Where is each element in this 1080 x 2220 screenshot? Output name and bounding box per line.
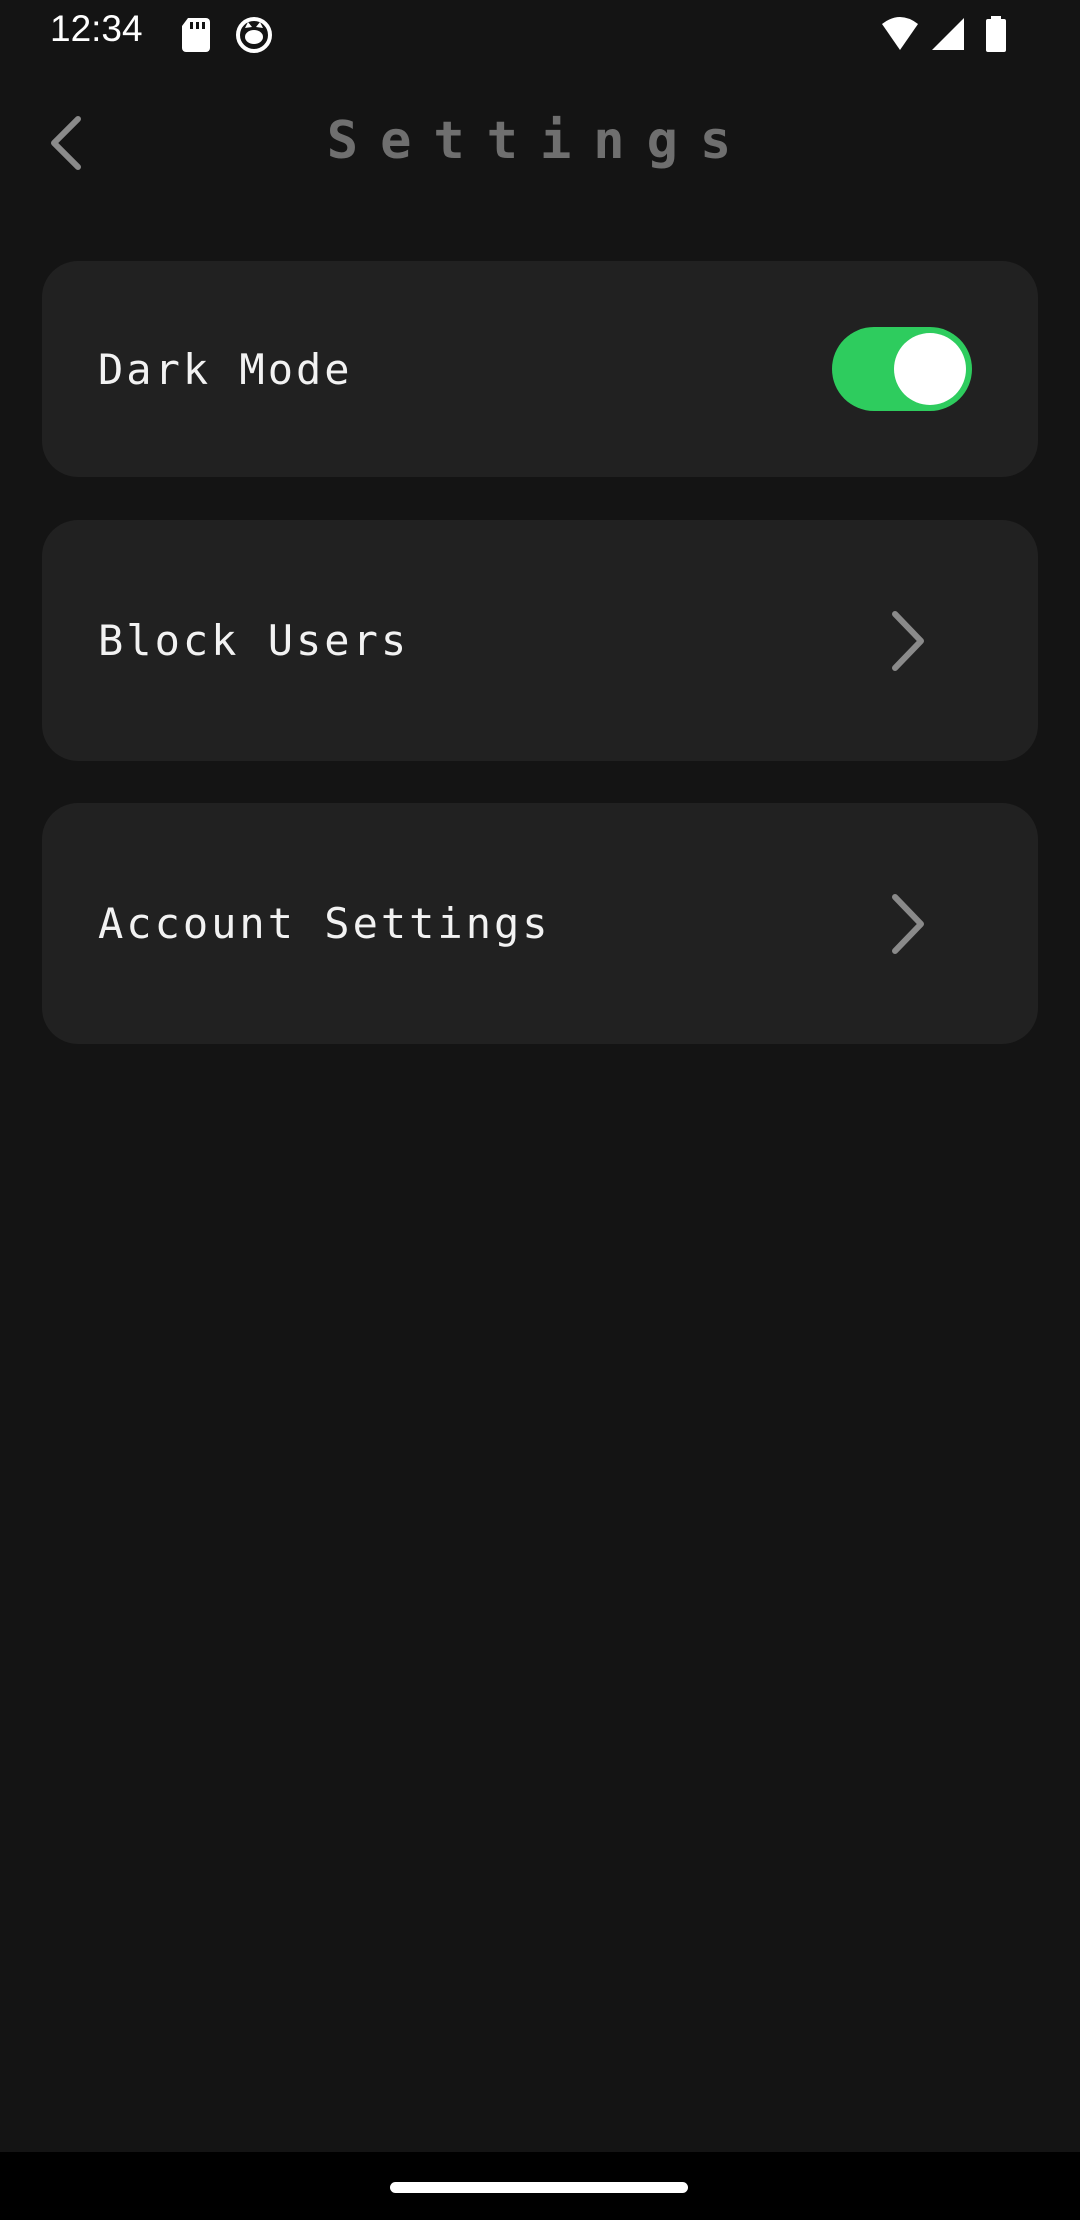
battery-icon: [976, 14, 1016, 54]
chevron-right-icon: [882, 606, 932, 676]
dark-mode-label: Dark Mode: [98, 344, 353, 394]
chevron-right-icon: [882, 889, 932, 959]
cellular-signal-icon: [928, 14, 968, 54]
sd-card-icon: [176, 14, 216, 54]
page-title: Settings: [326, 111, 754, 171]
navigation-bar: [0, 2152, 1080, 2220]
block-users-row[interactable]: Block Users: [42, 520, 1038, 761]
toggle-knob: [894, 333, 966, 405]
dark-mode-row: Dark Mode: [42, 261, 1038, 477]
status-bar: 12:34: [0, 0, 1080, 66]
home-indicator[interactable]: [390, 2182, 688, 2193]
account-settings-row[interactable]: Account Settings: [42, 803, 1038, 1044]
cat-notification-icon: [234, 14, 274, 54]
account-settings-label: Account Settings: [98, 899, 551, 948]
block-users-label: Block Users: [98, 616, 410, 665]
wifi-icon: [880, 14, 920, 54]
status-time: 12:34: [50, 8, 143, 49]
dark-mode-toggle[interactable]: [832, 327, 972, 411]
